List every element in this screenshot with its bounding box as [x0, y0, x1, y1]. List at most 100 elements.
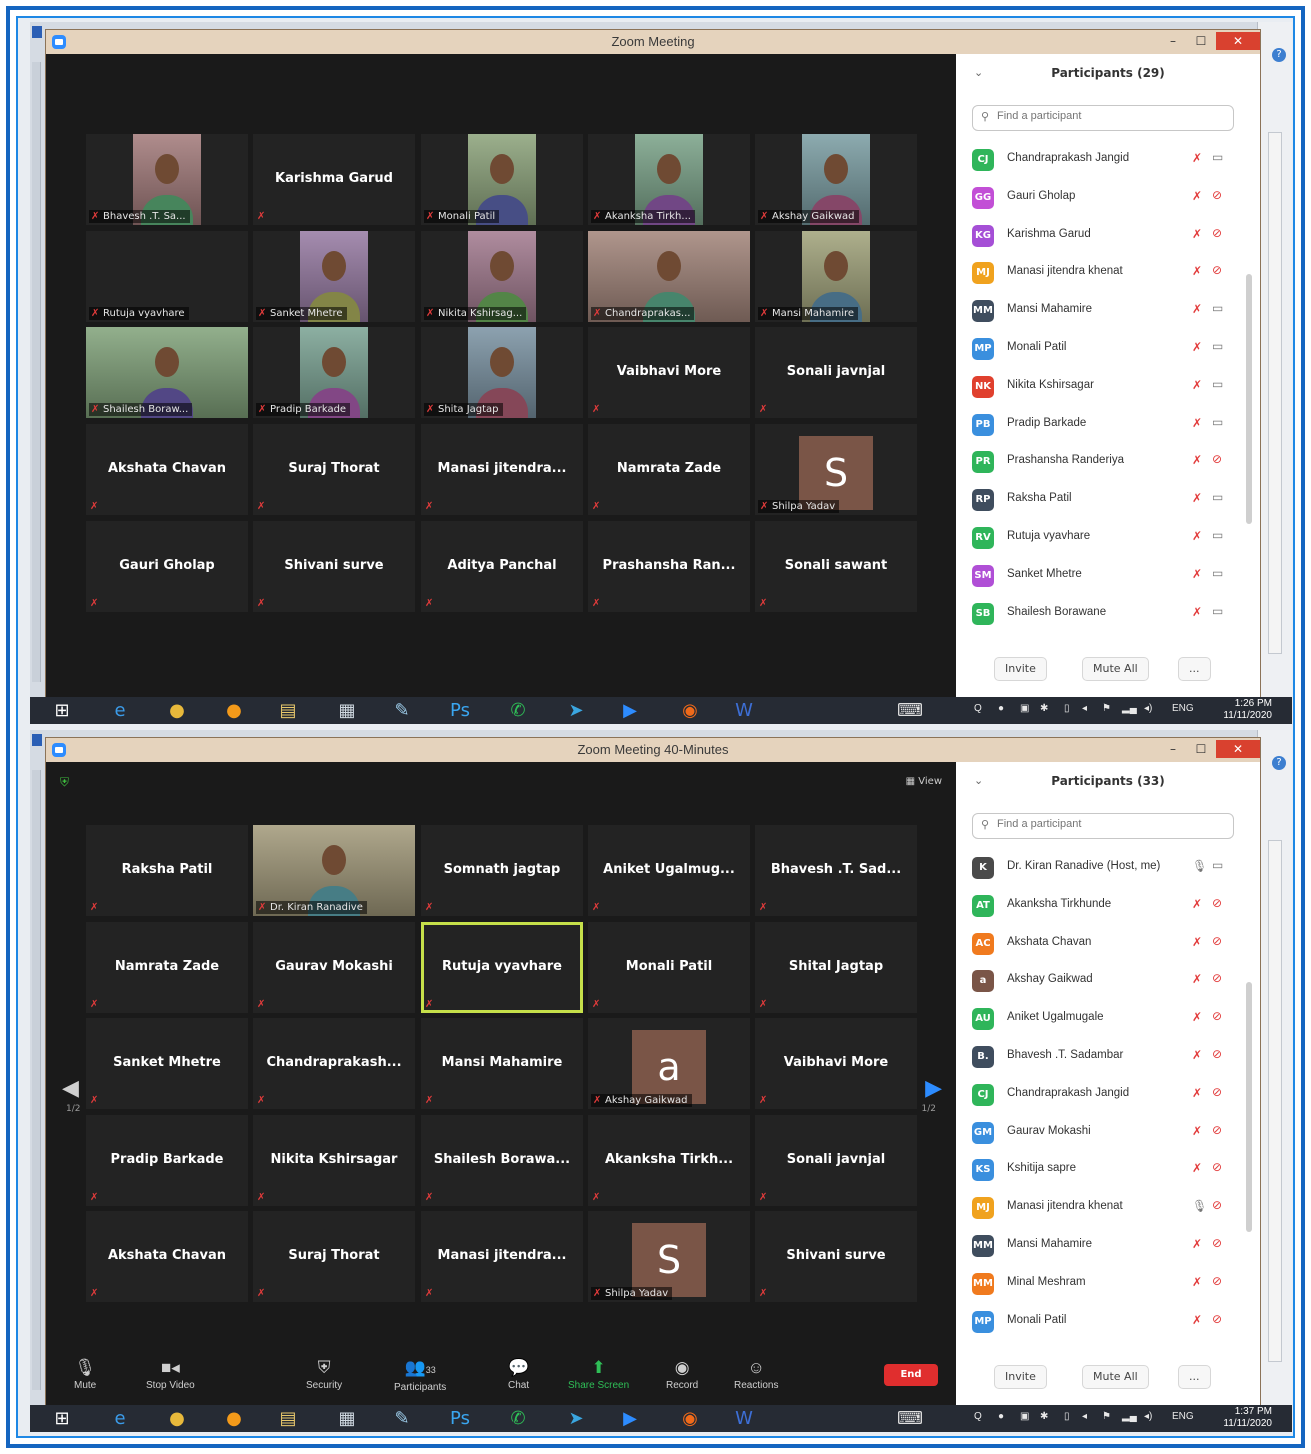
video-tile[interactable]: Akshata Chavan ✗ — [86, 424, 248, 515]
maximize-button[interactable]: ☐ — [1188, 740, 1214, 758]
participant-row[interactable]: MM Mansi Mahamire ✗ ▭ — [956, 292, 1246, 330]
video-camera-icon[interactable]: ▭ — [1212, 566, 1223, 580]
participant-row[interactable]: SB Shailesh Borawane ✗ ▭ — [956, 595, 1246, 633]
participant-row[interactable]: B. Bhavesh .T. Sadambar ✗ ⊘ — [956, 1038, 1246, 1076]
search-input[interactable] — [995, 109, 1229, 123]
muted-mic-icon[interactable]: ✗ — [1192, 302, 1202, 316]
participant-row[interactable]: CJ Chandraprakash Jangid ✗ ▭ — [956, 141, 1246, 179]
video-tile[interactable]: a ✗ Akshay Gaikwad — [588, 1018, 750, 1109]
muted-mic-icon[interactable]: ✗ — [1192, 227, 1202, 241]
signal-icon[interactable]: ▂▄ — [1122, 1411, 1137, 1422]
video-tile[interactable]: ✗ Pradip Barkade — [253, 327, 415, 418]
system-clock[interactable]: 1:26 PM 11/11/2020 — [1223, 698, 1272, 722]
zoom-icon[interactable]: ▶ — [610, 1407, 650, 1430]
participant-scrollbar[interactable] — [1246, 274, 1252, 524]
reactions-button[interactable]: ☺ Reactions — [734, 1358, 778, 1391]
record-button[interactable]: ◉ Record — [666, 1358, 698, 1391]
video-tile[interactable]: Vaibhavi More ✗ — [588, 327, 750, 418]
muted-mic-icon[interactable]: ✗ — [1192, 567, 1202, 581]
windows-start-icon[interactable]: ⊞ — [42, 1407, 82, 1430]
muted-mic-icon[interactable]: ✗ — [1192, 1048, 1202, 1062]
invite-button[interactable]: Invite — [994, 1365, 1047, 1389]
chat-tray-icon[interactable]: ▣ — [1020, 1411, 1029, 1422]
video-tile[interactable]: Somnath jagtap ✗ — [421, 825, 583, 916]
video-tile[interactable]: Aniket Ugalmug... ✗ — [588, 825, 750, 916]
photoshop-icon[interactable]: Ps — [440, 699, 480, 722]
muted-mic-icon[interactable]: ✗ — [1192, 378, 1202, 392]
muted-mic-icon[interactable]: ✗ — [1192, 605, 1202, 619]
video-camera-icon[interactable]: ▭ — [1212, 415, 1223, 429]
participant-row[interactable]: GM Gaurav Mokashi ✗ ⊘ — [956, 1114, 1246, 1152]
video-tile[interactable]: Manasi jitendra... ✗ — [421, 424, 583, 515]
video-off-icon[interactable]: ⊘ — [1212, 1160, 1222, 1174]
video-tile[interactable]: ✗ Nikita Kshirsag... — [421, 231, 583, 322]
video-tile[interactable]: Namrata Zade ✗ — [588, 424, 750, 515]
video-tile[interactable]: Monali Patil ✗ — [588, 922, 750, 1013]
video-tile[interactable]: Suraj Thorat ✗ — [253, 424, 415, 515]
participant-row[interactable]: AT Akanksha Tirkhunde ✗ ⊘ — [956, 887, 1246, 925]
muted-mic-icon[interactable]: ✗ — [1192, 264, 1202, 278]
internet-explorer-icon[interactable]: e — [100, 699, 140, 722]
qt-icon[interactable]: Q — [974, 1411, 982, 1422]
video-off-icon[interactable]: ⊘ — [1212, 452, 1222, 466]
video-camera-icon[interactable]: ▭ — [1212, 377, 1223, 391]
prev-page-arrow-icon[interactable]: ◀ — [62, 1076, 79, 1101]
video-tile[interactable]: Aditya Panchal ✗ — [421, 521, 583, 612]
volume-icon[interactable]: ◂) — [1144, 703, 1152, 714]
paint-icon[interactable]: ✎ — [382, 1407, 422, 1430]
whatsapp-icon[interactable]: ✆ — [498, 699, 538, 722]
chrome-icon[interactable]: ● — [157, 699, 197, 722]
system-clock[interactable]: 1:37 PM 11/11/2020 — [1223, 1406, 1272, 1430]
close-button[interactable]: ✕ — [1216, 32, 1260, 50]
video-off-icon[interactable]: ⊘ — [1212, 1047, 1222, 1061]
muted-mic-icon[interactable]: ✗ — [1192, 1161, 1202, 1175]
participant-row[interactable]: AC Akshata Chavan ✗ ⊘ — [956, 925, 1246, 963]
video-off-icon[interactable]: ⊘ — [1212, 934, 1222, 948]
video-tile[interactable]: Chandraprakash... ✗ — [253, 1018, 415, 1109]
battery-icon[interactable]: ▯ — [1064, 1411, 1070, 1422]
maximize-button[interactable]: ☐ — [1188, 32, 1214, 50]
participant-row[interactable]: CJ Chandraprakash Jangid ✗ ⊘ — [956, 1076, 1246, 1114]
firefox-icon[interactable]: ◉ — [670, 699, 710, 722]
video-off-icon[interactable]: ⊘ — [1212, 1236, 1222, 1250]
muted-mic-icon[interactable]: ✗ — [1192, 972, 1202, 986]
view-button[interactable]: ▦ View — [906, 776, 942, 787]
participant-row[interactable]: RP Raksha Patil ✗ ▭ — [956, 481, 1246, 519]
word-icon[interactable]: W — [724, 699, 764, 722]
muted-mic-icon[interactable]: ✗ — [1192, 416, 1202, 430]
bluetooth-icon[interactable]: ✱ — [1040, 703, 1048, 714]
speaker-muted-icon[interactable]: ◂ — [1082, 703, 1087, 714]
microphone-icon[interactable]: 🎙 — [1192, 1199, 1207, 1213]
language-indicator[interactable]: ENG — [1172, 1411, 1194, 1422]
video-off-icon[interactable]: ⊘ — [1212, 1274, 1222, 1288]
flag-icon[interactable]: ⚑ — [1102, 703, 1111, 714]
more-button[interactable]: ... — [1178, 657, 1211, 681]
muted-mic-icon[interactable]: ✗ — [1192, 1275, 1202, 1289]
update-icon[interactable]: ● — [998, 703, 1004, 714]
file-explorer-icon[interactable]: ▤ — [268, 1407, 308, 1430]
close-button[interactable]: ✕ — [1216, 740, 1260, 758]
video-off-icon[interactable]: ⊘ — [1212, 226, 1222, 240]
security-button[interactable]: ⛨ Security — [306, 1358, 342, 1391]
video-tile[interactable]: Nikita Kshirsagar ✗ — [253, 1115, 415, 1206]
participant-row[interactable]: SM Sanket Mhetre ✗ ▭ — [956, 557, 1246, 595]
video-tile[interactable]: Shital Jagtap ✗ — [755, 922, 917, 1013]
video-tile[interactable]: Akshata Chavan ✗ — [86, 1211, 248, 1302]
video-tile[interactable]: ✗ Bhavesh .T. Sa... — [86, 134, 248, 225]
next-page-arrow-icon[interactable]: ▶ — [925, 1076, 942, 1101]
muted-mic-icon[interactable]: ✗ — [1192, 897, 1202, 911]
participant-search[interactable]: ⚲ — [972, 105, 1234, 131]
muted-mic-icon[interactable]: ✗ — [1192, 529, 1202, 543]
paint-icon[interactable]: ✎ — [382, 699, 422, 722]
bluetooth-icon[interactable]: ✱ — [1040, 1411, 1048, 1422]
chrome-icon[interactable]: ● — [157, 1407, 197, 1430]
participant-search[interactable]: ⚲ — [972, 813, 1234, 839]
video-off-icon[interactable]: ⊘ — [1212, 1009, 1222, 1023]
video-tile[interactable]: Manasi jitendra... ✗ — [421, 1211, 583, 1302]
video-tile[interactable]: ✗ Sanket Mhetre — [253, 231, 415, 322]
mute-all-button[interactable]: Mute All — [1082, 657, 1149, 681]
keyboard-icon[interactable]: ⌨ — [890, 1407, 930, 1430]
more-button[interactable]: ... — [1178, 1365, 1211, 1389]
help-icon[interactable]: ? — [1272, 756, 1286, 770]
speaker-muted-icon[interactable]: ◂ — [1082, 1411, 1087, 1422]
